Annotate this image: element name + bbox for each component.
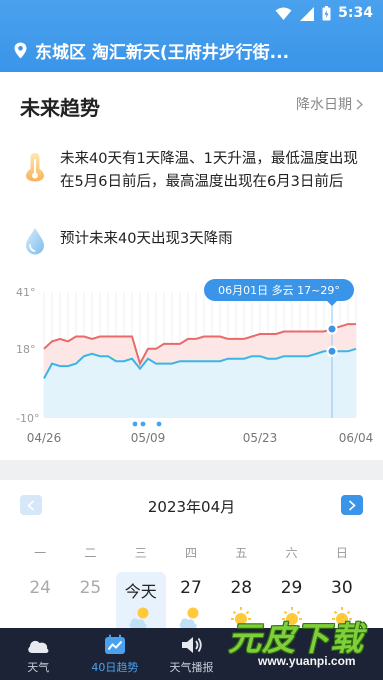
trend-chart-icon (104, 634, 125, 654)
day-number: 25 (79, 578, 102, 598)
location-bar[interactable]: 东城区 淘汇新天(王府井步行街... (14, 36, 374, 64)
weekday-label: 二 (84, 546, 97, 560)
rain-day-dot (140, 421, 146, 427)
calendar-day[interactable]: 25 (65, 572, 115, 630)
rain-day-dot (156, 421, 162, 427)
y-tick-label: 41° (16, 286, 36, 299)
day-number: 今天 (124, 582, 157, 601)
x-tick-label: 06/04 (339, 431, 374, 445)
nav-label: 天气 (27, 660, 50, 674)
nav-40day-trend[interactable]: 40日趋势 (77, 628, 154, 680)
nav-label: 天气播报 (169, 660, 214, 674)
chevron-right-icon (356, 98, 363, 110)
raindrop-icon (26, 228, 44, 255)
screen: 5:34 东城区 淘汇新天(王府井步行街... 未来趋势 降水日期 未来40天有… (0, 0, 383, 680)
partly-cloudy-icon (179, 607, 199, 628)
thermometer-icon (26, 153, 44, 182)
weekday-label: 三 (134, 546, 147, 560)
temp-summary-text: 未来40天有1天降温、1天升温，最低温度出现在5月6日前后，最高温度出现在6月3… (60, 151, 358, 190)
nav-label: 40日趋势 (91, 660, 139, 674)
nav-weather-broadcast[interactable]: 天气播报 (153, 628, 230, 680)
selected-low-point (326, 345, 338, 357)
header: 5:34 东城区 淘汇新天(王府井步行街... (0, 0, 383, 72)
location-pin-icon (14, 42, 27, 58)
calendar-day[interactable]: 24 (15, 572, 65, 630)
status-bar: 5:34 (0, 0, 383, 28)
trend-card: 未来趋势 降水日期 未来40天有1天降温、1天升温，最低温度出现在5月6日前后，… (0, 72, 383, 460)
day-number: 28 (230, 578, 253, 598)
y-tick-label: -10° (16, 412, 39, 425)
day-number: 27 (180, 578, 202, 598)
watermark-logo: 元皮下载 (228, 619, 364, 658)
battery-icon (322, 6, 331, 21)
wifi-icon (275, 7, 292, 20)
weekday-label: 六 (285, 546, 298, 560)
tooltip-text: 06月01日 多云 17~29° (218, 283, 340, 297)
speaker-icon (182, 636, 203, 653)
weekday-label: 一 (34, 546, 47, 560)
y-tick-label: 18° (16, 343, 36, 356)
x-tick-label: 05/23 (243, 431, 278, 445)
calendar-day[interactable]: 27 (166, 572, 216, 630)
rain-dates-label: 降水日期 (296, 97, 352, 113)
calendar-month: 2023年04月 (147, 498, 236, 516)
weekday-label: 四 (184, 546, 197, 560)
watermark-url: www.yuanpi.com (258, 654, 356, 668)
rain-dates-link[interactable]: 降水日期 (296, 94, 363, 114)
cloud-icon (28, 640, 49, 653)
chevron-right-icon (348, 499, 356, 511)
calendar: 2023年04月 一 二 三 四 五 六 日 24 25 今天 27 28 29… (0, 480, 383, 630)
rain-day-dot (132, 421, 138, 427)
trend-chart[interactable]: 41° 18° -10° 04/26 05/09 05/23 06/04 06月01日 多云 … (0, 272, 383, 460)
day-number: 24 (29, 578, 51, 598)
signal-icon (300, 6, 314, 21)
partly-cloudy-icon (129, 607, 149, 628)
weekday-label: 日 (335, 546, 348, 560)
tooltip-pointer (327, 301, 337, 306)
trend-title: 未来趋势 (20, 96, 100, 120)
section-gap (0, 460, 383, 480)
rain-summary-text: 预计未来40天出现3天降雨 (60, 231, 233, 247)
nav-weather[interactable]: 天气 (0, 628, 77, 680)
rain-summary-row: 预计未来40天出现3天降雨 (22, 228, 360, 256)
status-icons (275, 6, 331, 21)
status-time: 5:34 (338, 5, 373, 21)
trend-chart-svg[interactable]: 41° 18° -10° 04/26 05/09 05/23 06/04 06月01日 多云 … (0, 272, 383, 460)
calendar-day-today[interactable]: 今天 (115, 572, 166, 630)
x-tick-label: 04/26 (27, 431, 62, 445)
day-number: 30 (331, 578, 353, 598)
watermark: 元皮下载 www.yuanpi.com (228, 612, 383, 680)
location-text: 东城区 淘汇新天(王府井步行街... (35, 42, 290, 63)
x-tick-label: 05/09 (131, 431, 166, 445)
weekday-header: 一 二 三 四 五 六 日 (15, 544, 367, 561)
weekday-label: 五 (235, 546, 248, 560)
day-number: 29 (280, 578, 303, 598)
selected-high-point (326, 323, 338, 335)
next-month-button[interactable] (341, 495, 363, 515)
temp-summary-row: 未来40天有1天降温、1天升温，最低温度出现在5月6日前后，最高温度出现在6月3… (22, 148, 360, 194)
